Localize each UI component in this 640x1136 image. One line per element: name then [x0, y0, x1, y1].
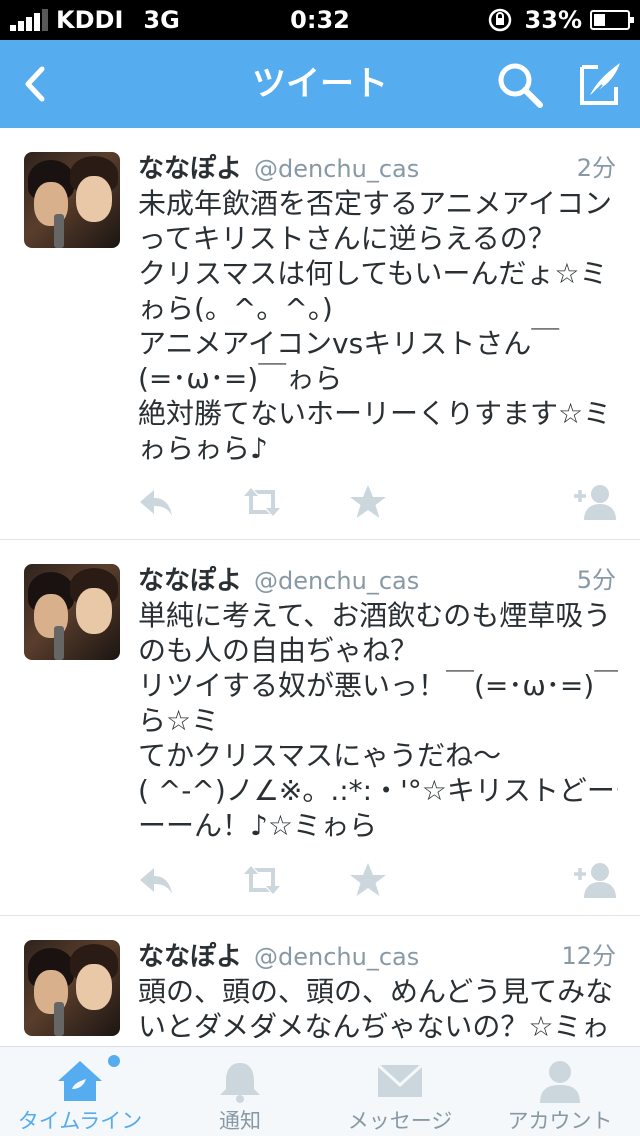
- tweet-header: ななぽよ @denchu_cas 2分: [138, 148, 616, 184]
- tab-label: メッセージ: [347, 1109, 453, 1133]
- tweet-text-line: いとダメダメなんぢゃないの？☆ミゎ: [138, 1010, 610, 1043]
- retweet-icon[interactable]: [240, 860, 284, 900]
- battery-icon: [590, 10, 634, 30]
- tweet-text-line: クリスマスは何してもいーんだょ☆ミ: [138, 257, 608, 290]
- battery-fill: [594, 14, 605, 26]
- reply-icon[interactable]: [136, 482, 176, 522]
- tab-label: 通知: [219, 1109, 261, 1133]
- user-handle[interactable]: @denchu_cas: [254, 943, 419, 971]
- bell-icon: [220, 1063, 260, 1103]
- avatar[interactable]: [24, 564, 120, 660]
- tab-account[interactable]: アカウント: [480, 1047, 640, 1136]
- tweet-text-line: 絶対勝てないホーリーくりすます☆ミ: [138, 397, 612, 430]
- tweet-text-line: ら☆ミ: [138, 704, 220, 737]
- tab-timeline[interactable]: タイムライン: [0, 1047, 160, 1136]
- tweet-text-line: ( ^-^)ノ∠※。.:*:・'°☆キリストどーー: [138, 774, 618, 807]
- user-name[interactable]: ななぽよ: [138, 936, 242, 973]
- compose-icon[interactable]: [572, 57, 626, 111]
- user-handle[interactable]: @denchu_cas: [254, 567, 419, 595]
- avatar[interactable]: [24, 940, 120, 1036]
- reply-icon[interactable]: [136, 860, 176, 900]
- tweet-text-line: ってキリストさんに逆らえるの？: [138, 222, 556, 255]
- tweet[interactable]: ななぽよ @denchu_cas 5分 単純に考えて、お酒飲むのも煙草吸う のも…: [0, 540, 640, 916]
- tweet-text-line: 未成年飲酒を否定するアニメアイコン: [138, 187, 613, 220]
- rotation-lock-icon: [488, 8, 511, 32]
- tweet-text-line: 頭の、頭の、頭の、めんどう見てみな: [138, 975, 614, 1008]
- search-icon[interactable]: [494, 59, 546, 111]
- tweet-text: 頭の、頭の、頭の、めんどう見てみな いとダメダメなんぢゃないの？☆ミゎ: [138, 974, 618, 1044]
- unread-dot: [108, 1055, 120, 1067]
- tweet-text-line: (=･ω･=)￣ゎら: [138, 362, 343, 395]
- tab-label: アカウント: [507, 1109, 613, 1133]
- tweet-text-line: ゎら(。^。^。): [138, 292, 333, 325]
- tweet-text-line: のも人の自由ぢゃね？: [138, 634, 419, 667]
- star-icon[interactable]: [348, 860, 388, 900]
- star-icon[interactable]: [348, 482, 388, 522]
- tweet-text-line: アニメアイコンvsキリストさん￣: [138, 327, 560, 360]
- tweet[interactable]: ななぽよ @denchu_cas 2分 未成年飲酒を否定するアニメアイコン って…: [0, 128, 640, 540]
- tweet-text-line: ーーん！♪☆ミゎら: [138, 809, 377, 842]
- user-handle[interactable]: @denchu_cas: [254, 155, 419, 183]
- tab-label: タイムライン: [17, 1109, 143, 1133]
- status-right: 33%: [487, 0, 634, 40]
- tweet-actions: [0, 482, 640, 522]
- user-name[interactable]: ななぽよ: [138, 560, 242, 597]
- battery-percent: 33%: [524, 6, 582, 34]
- user-name[interactable]: ななぽよ: [138, 148, 242, 185]
- tweet-timestamp: 12分: [561, 942, 616, 970]
- tweet-text-line: リツイする奴が悪いっ！￣(=･ω･=)￣ゎ: [138, 669, 618, 702]
- tweet-text: 未成年飲酒を否定するアニメアイコン ってキリストさんに逆らえるの？ クリスマスは…: [138, 186, 618, 466]
- tab-bar: タイムライン 通知 メッセージ アカウント: [0, 1046, 640, 1136]
- tweet-header: ななぽよ @denchu_cas 5分: [138, 560, 616, 596]
- add-user-icon[interactable]: [572, 482, 618, 522]
- home-icon: [58, 1061, 102, 1101]
- retweet-icon[interactable]: [240, 482, 284, 522]
- tweet-timestamp: 5分: [576, 566, 616, 594]
- tab-messages[interactable]: メッセージ: [320, 1047, 480, 1136]
- person-icon: [540, 1061, 580, 1103]
- app-screen: KDDI 3G 0:32 33% ツイート ななぽよ @denchu_cas 2…: [0, 0, 640, 1136]
- nav-bar: ツイート: [0, 40, 640, 128]
- tweet-timestamp: 2分: [576, 154, 616, 182]
- tweet-header: ななぽよ @denchu_cas 12分: [138, 936, 616, 972]
- tweet-text: 単純に考えて、お酒飲むのも煙草吸う のも人の自由ぢゃね？ リツイする奴が悪いっ！…: [138, 598, 618, 843]
- tweet-text-line: 単純に考えて、お酒飲むのも煙草吸う: [138, 599, 612, 632]
- tab-notifications[interactable]: 通知: [160, 1047, 320, 1136]
- tweet-text-line: てかクリスマスにゃうだね〜: [138, 739, 502, 772]
- add-user-icon[interactable]: [572, 860, 618, 900]
- avatar[interactable]: [24, 152, 120, 248]
- tweet-text-line: ゎらゎら♪: [138, 432, 268, 465]
- tweet-actions: [0, 860, 640, 900]
- envelope-icon: [376, 1063, 424, 1097]
- status-bar: KDDI 3G 0:32 33%: [0, 0, 640, 40]
